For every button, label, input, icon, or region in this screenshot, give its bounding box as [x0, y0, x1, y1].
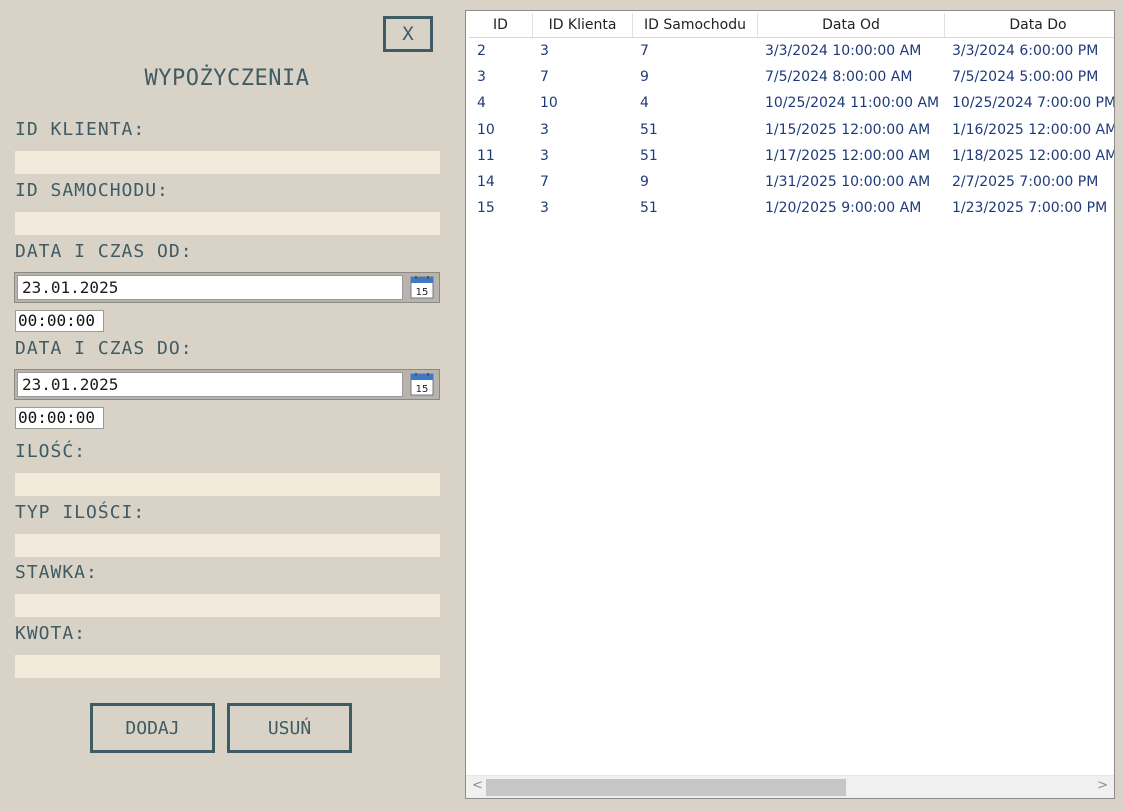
cell-data-od[interactable]: 1/20/2025 9:00:00 AM — [765, 195, 921, 221]
cell-id-klienta[interactable]: 3 — [540, 143, 549, 169]
cell-id-klienta[interactable]: 7 — [540, 169, 549, 195]
cell-id[interactable]: 3 — [477, 64, 486, 90]
cell-data-od[interactable]: 1/15/2025 12:00:00 AM — [765, 117, 930, 143]
cell-id-klienta[interactable]: 3 — [540, 117, 549, 143]
table-row[interactable]: 11 3 51 1/17/2025 12:00:00 AM 1/18/2025 12:0… — [469, 143, 1114, 169]
data-do-datepicker[interactable]: 23.01.2025 15 — [14, 369, 440, 400]
horizontal-scrollbar[interactable]: < > — [466, 775, 1114, 798]
delete-button-label: USUŃ — [267, 717, 312, 739]
cell-data-od[interactable]: 1/31/2025 10:00:00 AM — [765, 169, 930, 195]
cell-data-do[interactable]: 2/7/2025 7:00:00 PM — [952, 169, 1098, 195]
calendar-icon[interactable]: 15 — [410, 276, 434, 299]
cell-data-do[interactable]: 1/23/2025 7:00:00 PM — [952, 195, 1107, 221]
column-header-data-do[interactable]: Data Do — [945, 13, 1114, 37]
kwota-label: KWOTA: — [15, 623, 87, 644]
typ-ilosci-input[interactable] — [15, 534, 440, 557]
cell-id[interactable]: 4 — [477, 90, 486, 116]
cell-id-samochodu[interactable]: 51 — [640, 143, 658, 169]
add-button[interactable]: DODAJ — [90, 703, 215, 753]
cell-data-od[interactable]: 1/17/2025 12:00:00 AM — [765, 143, 930, 169]
calendar-icon-day: 15 — [416, 384, 429, 395]
id-klienta-input[interactable] — [15, 151, 440, 174]
cell-id-samochodu[interactable]: 7 — [640, 38, 649, 64]
add-button-label: DODAJ — [125, 717, 180, 739]
table-row[interactable]: 14 7 9 1/31/2025 10:00:00 AM 2/7/2025 7:00:0… — [469, 169, 1114, 195]
stawka-label: STAWKA: — [15, 562, 98, 583]
ilosc-input[interactable] — [15, 473, 440, 496]
ilosc-label: ILOŚĆ: — [15, 441, 87, 462]
column-header-id[interactable]: ID — [469, 13, 533, 37]
table-row[interactable]: 10 3 51 1/15/2025 12:00:00 AM 1/16/2025 12:0… — [469, 117, 1114, 143]
cell-id-klienta[interactable]: 7 — [540, 64, 549, 90]
table-row[interactable]: 15 3 51 1/20/2025 9:00:00 AM 1/23/2025 7:00:… — [469, 195, 1114, 221]
data-od-label: DATA I CZAS OD: — [15, 241, 193, 262]
column-header-id-samochodu[interactable]: ID Samochodu — [633, 13, 758, 37]
cell-id-klienta[interactable]: 3 — [540, 195, 549, 221]
data-od-time-input[interactable]: 00:00:00 — [15, 310, 104, 332]
cell-id[interactable]: 2 — [477, 38, 486, 64]
kwota-input[interactable] — [15, 655, 440, 678]
cell-id-samochodu[interactable]: 9 — [640, 64, 649, 90]
close-button-label: X — [402, 23, 414, 45]
cell-id[interactable]: 15 — [477, 195, 495, 221]
rentals-grid[interactable]: ID ID Klienta ID Samochodu Data Od Data … — [465, 10, 1115, 799]
data-od-date-value[interactable]: 23.01.2025 — [17, 275, 403, 300]
cell-id-samochodu[interactable]: 9 — [640, 169, 649, 195]
cell-data-do[interactable]: 1/16/2025 12:00:00 AM — [952, 117, 1114, 143]
column-header-data-od[interactable]: Data Od — [758, 13, 945, 37]
typ-ilosci-label: TYP ILOŚCI: — [15, 502, 146, 523]
scrollbar-thumb[interactable] — [486, 779, 846, 796]
delete-button[interactable]: USUŃ — [227, 703, 352, 753]
cell-id[interactable]: 10 — [477, 117, 495, 143]
cell-data-od[interactable]: 3/3/2024 10:00:00 AM — [765, 38, 921, 64]
calendar-icon-day: 15 — [416, 287, 429, 298]
cell-id[interactable]: 11 — [477, 143, 495, 169]
id-samochodu-input[interactable] — [15, 212, 440, 235]
page-title: WYPOŻYCZENIA — [144, 66, 310, 91]
calendar-icon[interactable]: 15 — [410, 373, 434, 396]
cell-data-do[interactable]: 7/5/2024 5:00:00 PM — [952, 64, 1098, 90]
cell-id-samochodu[interactable]: 51 — [640, 117, 658, 143]
data-do-label: DATA I CZAS DO: — [15, 338, 193, 359]
cell-data-od[interactable]: 10/25/2024 11:00:00 AM — [765, 90, 939, 116]
cell-id-samochodu[interactable]: 4 — [640, 90, 649, 116]
table-row[interactable]: 3 7 9 7/5/2024 8:00:00 AM 7/5/2024 5:00:00 P… — [469, 64, 1114, 90]
column-header-id-klienta[interactable]: ID Klienta — [533, 13, 633, 37]
cell-id[interactable]: 14 — [477, 169, 495, 195]
table-row[interactable]: 2 3 7 3/3/2024 10:00:00 AM 3/3/2024 6:00:00 … — [469, 38, 1114, 64]
cell-data-do[interactable]: 10/25/2024 7:00:00 PM — [952, 90, 1114, 116]
close-button[interactable]: X — [383, 16, 433, 52]
scroll-left-icon[interactable]: < — [472, 778, 483, 793]
scroll-right-icon[interactable]: > — [1097, 778, 1108, 793]
id-samochodu-label: ID SAMOCHODU: — [15, 180, 169, 201]
id-klienta-label: ID KLIENTA: — [15, 119, 146, 140]
cell-id-klienta[interactable]: 10 — [540, 90, 558, 116]
grid-header: ID ID Klienta ID Samochodu Data Od Data … — [469, 13, 1114, 38]
cell-data-do[interactable]: 3/3/2024 6:00:00 PM — [952, 38, 1098, 64]
cell-data-od[interactable]: 7/5/2024 8:00:00 AM — [765, 64, 912, 90]
data-od-datepicker[interactable]: 23.01.2025 15 — [14, 272, 440, 303]
cell-data-do[interactable]: 1/18/2025 12:00:00 AM — [952, 143, 1114, 169]
cell-id-samochodu[interactable]: 51 — [640, 195, 658, 221]
data-do-date-value[interactable]: 23.01.2025 — [17, 372, 403, 397]
table-row[interactable]: 4 10 4 10/25/2024 11:00:00 AM 10/25/2024 7:0… — [469, 90, 1114, 116]
cell-id-klienta[interactable]: 3 — [540, 38, 549, 64]
stawka-input[interactable] — [15, 594, 440, 617]
data-do-time-input[interactable]: 00:00:00 — [15, 407, 104, 429]
